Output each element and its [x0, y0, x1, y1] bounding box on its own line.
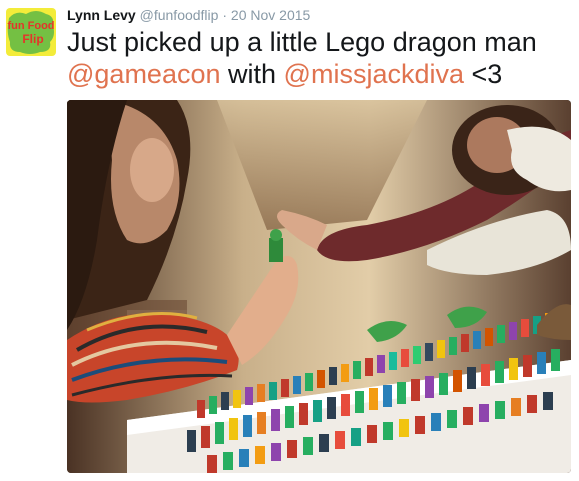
tweet-text: Just picked up a little Lego dragon man …	[67, 26, 567, 90]
tweet-photo[interactable]	[67, 100, 571, 473]
tweet-card: fun Food Flip Lynn Levy @funfoodflip · 2…	[0, 0, 579, 481]
tweet-date[interactable]: 20 Nov 2015	[231, 7, 310, 23]
avatar-logo-text: fun Food	[7, 20, 54, 32]
mention-link-gameacon[interactable]: @gameacon	[67, 59, 221, 89]
photo-of-lego-minifigure-display-icon	[67, 100, 571, 473]
tweet-text-line1: Just picked up a little Lego dragon man	[67, 27, 537, 57]
user-avatar[interactable]: fun Food Flip	[6, 8, 56, 56]
mention-link-missjackdiva[interactable]: @missjackdiva	[284, 59, 464, 89]
author-handle[interactable]: @funfoodflip	[140, 7, 219, 23]
tweet-text-with: with	[228, 59, 277, 89]
avatar-logo-text-bottom: Flip	[22, 32, 43, 46]
fun-food-flip-logo-icon: fun Food Flip	[6, 8, 56, 56]
tweet-header: Lynn Levy @funfoodflip · 20 Nov 2015	[67, 6, 310, 24]
author-name[interactable]: Lynn Levy	[67, 7, 136, 23]
meta-separator: ·	[222, 7, 228, 23]
tweet-text-heart: <3	[471, 59, 503, 89]
